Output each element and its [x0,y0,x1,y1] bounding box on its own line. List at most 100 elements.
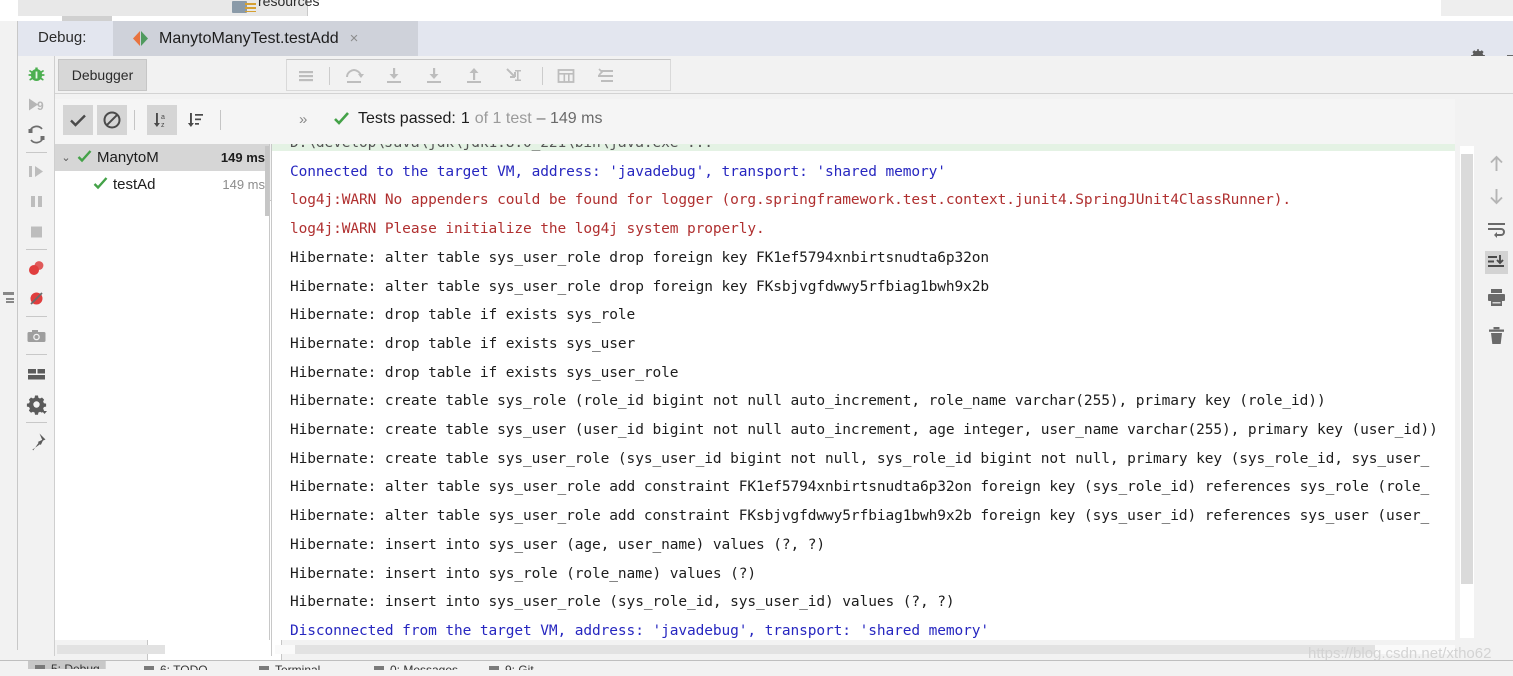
status-bar: 5: Debug 6: TODO Terminal 0: Messages 9: Git [0,660,1513,676]
status-bar-item-label: 6: TODO [160,663,208,676]
console-line: Hibernate: alter table sys_user_role add… [290,479,1430,496]
status-bar-item[interactable]: 6: TODO [143,663,208,676]
close-icon[interactable]: × [350,30,359,47]
test-case-name: testAd [113,176,156,193]
sort-by-duration-icon[interactable] [181,105,211,135]
rerun-debug-icon[interactable] [24,62,49,87]
debug-session-tab[interactable]: ManytoManyTest.testAdd × [113,21,418,56]
debug-tab-bar: Debugger ▶ Console →▪ [55,56,1513,676]
camera-icon[interactable] [24,324,49,349]
status-bar-item-label: 0: Messages [390,663,459,676]
view-breakpoints-icon[interactable] [24,256,49,281]
console-line: Hibernate: drop table if exists sys_user [290,335,636,352]
evaluate-expression-icon[interactable] [555,65,577,87]
project-tree-item-label: resources [258,0,320,9]
up-arrow-icon[interactable] [1485,152,1508,175]
console-line: Hibernate: insert into sys_user (age, us… [290,536,826,553]
project-tree-strip: resources [0,0,1513,21]
step-over-icon[interactable] [24,159,49,184]
debug-session-tab-label: ManytoManyTest.testAdd [159,29,339,47]
step-over-icon[interactable] [343,65,365,87]
test-status-bar: Tests passed: 1 of 1 test – 149 ms [333,110,602,132]
console-vscrollbar-thumb[interactable] [1461,154,1473,584]
print-icon[interactable] [1485,286,1508,309]
console-line: Hibernate: create table sys_user (user_i… [290,422,1438,438]
console-line: Disconnected from the target VM, address… [290,622,990,639]
console-line: Hibernate: create table sys_user_role (s… [290,450,1430,467]
console-line: log4j:WARN Please initialize the log4j s… [290,221,765,238]
terminal-icon [258,664,270,670]
soft-wrap-icon[interactable] [1485,218,1508,241]
tests-passed-label: Tests passed: [358,110,456,127]
console-line: Hibernate: drop table if exists sys_role [290,307,636,324]
hide-passed-icon[interactable] [97,105,127,135]
console-hscrollbar[interactable] [275,645,1455,654]
tab-debugger[interactable]: Debugger [58,59,147,91]
restart-icon[interactable] [24,122,49,147]
step-out-icon[interactable] [463,65,485,87]
status-bar-item[interactable]: 5: Debug [28,661,106,676]
debug-actions-toolbar: 9 [18,56,55,656]
structure-tool-icon[interactable] [2,291,15,304]
stop-icon[interactable] [24,219,49,244]
rerun-failed-tests-icon[interactable] [63,105,93,135]
show-execution-point-icon[interactable] [295,65,317,87]
tests-passed-count: 1 [460,110,470,127]
console-line: Hibernate: insert into sys_role (role_na… [290,565,757,582]
toolbar-overflow-button[interactable]: » [299,111,307,128]
run-to-cursor-icon[interactable] [503,65,525,87]
resume-program-icon[interactable]: 9 [24,92,49,117]
test-runner-toolbar: a z » Tests passed: 1 of 1 test – 149 ms [55,99,1455,144]
status-bar-item-label: 5: Debug [51,662,100,676]
debug-window-title: Debug: [38,29,87,46]
pin-icon[interactable] [24,430,49,455]
status-bar-item[interactable]: 9: Git [488,663,534,676]
chevron-down-icon[interactable]: ⌄ [55,151,77,164]
tests-total-label: of 1 test [474,110,532,127]
status-bar-item-label: 9: Git [505,663,534,676]
status-check-icon [333,110,350,132]
console-line: Hibernate: insert into sys_user_role (sy… [290,594,955,611]
tab-debugger-label: Debugger [71,67,134,83]
editor-right-gutter [1441,0,1513,16]
layout-icon[interactable] [24,362,49,387]
todo-icon [143,664,155,670]
test-tree-row-case[interactable]: testAd 149 ms [55,171,269,198]
step-into-icon[interactable] [383,65,405,87]
console-line: log4j:WARN No appenders could be found f… [290,192,1292,209]
debug-session-icon [133,31,148,46]
settings-icon[interactable] [24,392,49,417]
sort-alphabetically-icon[interactable]: a z [147,105,177,135]
console-vscrollbar-track[interactable] [1460,146,1474,638]
console-line: Hibernate: alter table sys_user_role add… [290,508,1430,525]
test-tree-hscrollbar[interactable] [57,645,165,654]
test-suite-name: ManytoM [97,149,159,166]
git-icon [488,664,500,670]
test-passed-icon [77,149,92,167]
console-line: Hibernate: drop table if exists sys_user… [290,364,679,381]
console-line: Connected to the target VM, address: 'ja… [290,163,946,180]
svg-text:9: 9 [37,99,44,113]
mute-breakpoints-icon[interactable] [24,286,49,311]
status-bar-item[interactable]: 0: Messages [373,663,459,676]
test-results-tree: ⌄ ManytoM 149 ms testAd 149 ms [55,144,270,640]
tests-duration-label: – 149 ms [536,110,603,127]
status-bar-item-label: Terminal [275,663,321,676]
console-output[interactable]: D:\develop\Java\jdk\jdk1.8.0_221\bin\jav… [271,144,1455,640]
idea-debug-window: resources 1: Structure 2: Favorites Debu… [0,0,1513,676]
pause-icon[interactable] [24,189,49,214]
step-toolbar [286,59,671,91]
left-tool-window-strip: 1: Structure 2: Favorites [0,21,18,676]
force-step-into-icon[interactable] [423,65,445,87]
settings-lines-icon[interactable] [595,65,617,87]
test-case-duration: 149 ms [222,177,265,192]
test-passed-icon [93,176,108,194]
test-tree-vscrollbar[interactable] [265,146,269,216]
scroll-to-end-icon[interactable] [1485,251,1508,274]
down-arrow-icon[interactable] [1485,185,1508,208]
test-tree-row-suite[interactable]: ⌄ ManytoM 149 ms [55,144,269,171]
status-bar-item[interactable]: Terminal [258,663,321,676]
trash-icon[interactable] [1485,324,1508,347]
console-line: Hibernate: create table sys_role (role_i… [290,393,1326,410]
folder-resources-icon [232,1,256,13]
